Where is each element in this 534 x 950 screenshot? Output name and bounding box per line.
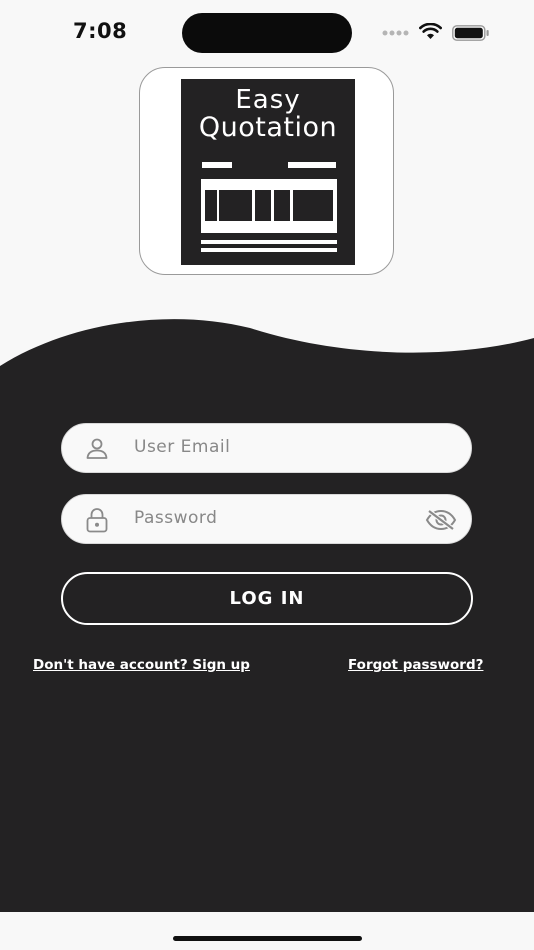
password-placeholder: Password bbox=[134, 508, 218, 528]
status-bar: 7:08 bbox=[0, 0, 534, 64]
status-time: 7:08 bbox=[73, 19, 128, 43]
email-placeholder: User Email bbox=[134, 437, 231, 457]
dynamic-island bbox=[182, 13, 352, 53]
battery-icon bbox=[452, 25, 489, 41]
app-logo: Easy Quotation bbox=[139, 67, 394, 275]
wave-background bbox=[0, 319, 534, 375]
user-icon bbox=[86, 438, 108, 459]
eye-off-icon[interactable] bbox=[425, 509, 457, 531]
password-field[interactable]: Password bbox=[61, 494, 472, 544]
forgot-password-link[interactable]: Forgot password? bbox=[348, 657, 483, 673]
wifi-icon bbox=[419, 23, 442, 39]
lock-icon bbox=[86, 508, 108, 533]
home-indicator-area bbox=[0, 912, 534, 950]
signup-link[interactable]: Don't have account? Sign up bbox=[33, 657, 250, 673]
login-button[interactable]: LOG IN bbox=[61, 572, 473, 625]
logo-document-icon: Easy Quotation bbox=[181, 79, 355, 265]
home-indicator[interactable] bbox=[173, 936, 362, 941]
logo-table-graphic bbox=[201, 162, 337, 252]
signal-dots-icon bbox=[382, 30, 409, 36]
email-field[interactable]: User Email bbox=[61, 423, 472, 473]
